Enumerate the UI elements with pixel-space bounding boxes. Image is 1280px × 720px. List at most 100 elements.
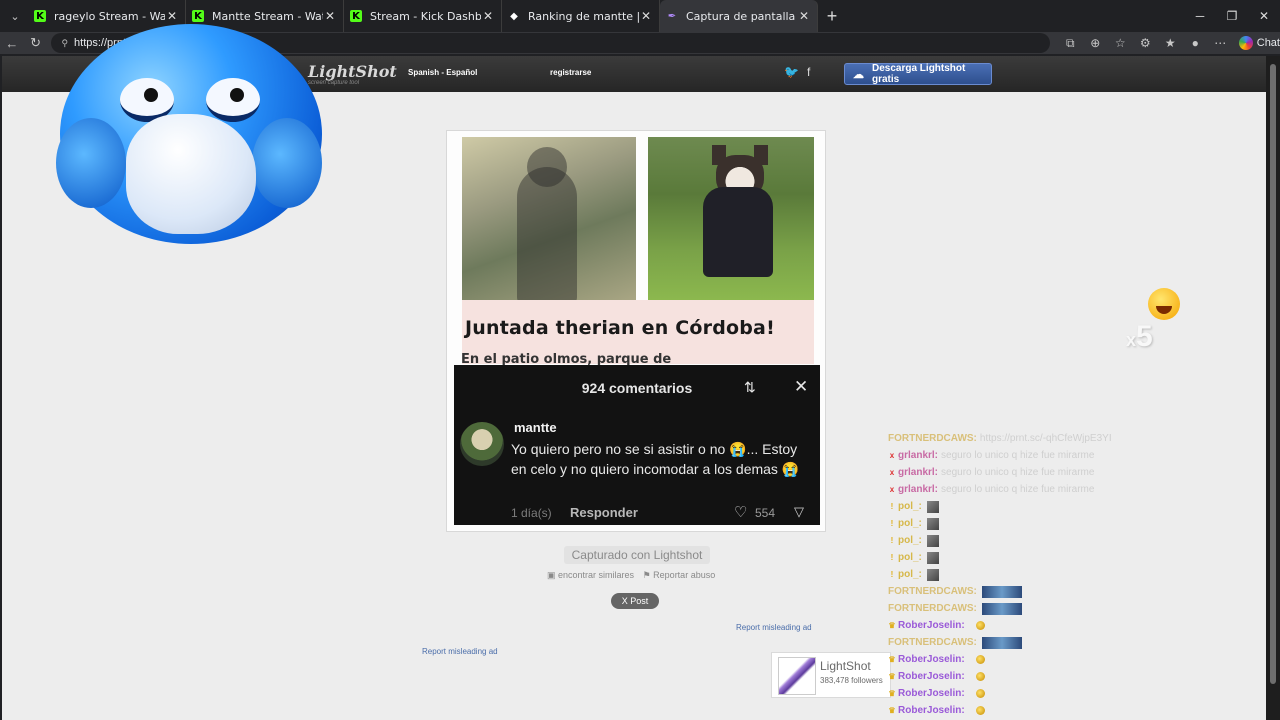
shadow-body bbox=[517, 167, 577, 300]
chat-username[interactable]: RoberJoselin: bbox=[898, 688, 965, 699]
chat-username[interactable]: pol_: bbox=[898, 569, 922, 580]
chat-username[interactable]: FORTNERDCAWS: bbox=[888, 603, 977, 614]
avatar[interactable] bbox=[460, 422, 504, 466]
zoom-icon[interactable]: ⊕ bbox=[1083, 36, 1108, 50]
chat-message: ♛ RoberJoselin: bbox=[888, 617, 1128, 634]
maximize-icon[interactable]: ❐ bbox=[1216, 9, 1248, 23]
emoji-hand bbox=[126, 114, 256, 234]
chat-badge-icon: ! bbox=[890, 570, 894, 579]
dislike-icon[interactable]: ▽ bbox=[794, 504, 804, 520]
emote-multiplier: x5 bbox=[1126, 320, 1153, 354]
chat-emote-icon bbox=[981, 602, 1022, 615]
chat-username[interactable]: grlankrl: bbox=[898, 450, 938, 461]
chat-badge-icon: ♛ bbox=[888, 672, 896, 681]
tab-close-icon[interactable]: ✕ bbox=[639, 9, 653, 23]
reply-button[interactable]: Responder bbox=[570, 505, 638, 520]
language-selector[interactable]: Spanish - Español bbox=[408, 68, 477, 77]
tab-label: Stream - Kick Dashboard bbox=[370, 9, 481, 23]
chat-username[interactable]: FORTNERDCAWS: bbox=[888, 637, 977, 648]
chat-message: FORTNERDCAWS: bbox=[888, 634, 1128, 651]
screenshot-card[interactable]: Juntada therian en Córdoba! En el patio … bbox=[446, 130, 826, 532]
like-count: 554 bbox=[755, 506, 776, 520]
chat-message: ♛ RoberJoselin: bbox=[888, 668, 1128, 685]
chat-username[interactable]: RoberJoselin: bbox=[898, 620, 965, 631]
facebook-icon[interactable]: f bbox=[807, 65, 810, 79]
post-headline: Juntada therian en Córdoba! bbox=[465, 317, 775, 339]
chat-badge-icon: x bbox=[889, 451, 895, 460]
register-link[interactable]: registrarse bbox=[550, 68, 591, 77]
chat-message: FORTNERDCAWS: https://prnt.sc/-qhCfeWjpE3… bbox=[888, 430, 1128, 447]
minimize-icon[interactable]: ─ bbox=[1184, 9, 1216, 23]
profile-avatar-icon[interactable]: ● bbox=[1183, 36, 1208, 50]
chat-username[interactable]: pol_: bbox=[898, 501, 922, 512]
chat-message: ♛ RoberJoselin: bbox=[888, 685, 1128, 702]
person-figure bbox=[703, 187, 773, 277]
tab-search-icon[interactable]: ⌄ bbox=[2, 3, 28, 29]
chat-username[interactable]: pol_: bbox=[898, 552, 922, 563]
favorites-icon[interactable]: ★ bbox=[1158, 36, 1183, 50]
captured-with-lightshot[interactable]: Capturado con Lightshot bbox=[564, 546, 710, 564]
chat-badge-icon: ♛ bbox=[888, 621, 896, 630]
tab-label: Captura de pantalla por Lightshot bbox=[686, 9, 797, 23]
new-tab-icon[interactable]: + bbox=[818, 6, 846, 27]
x-post-button[interactable]: X Post bbox=[611, 593, 659, 609]
chat-username[interactable]: grlankrl: bbox=[898, 484, 938, 495]
reload-icon[interactable]: ↻ bbox=[24, 35, 48, 51]
chat-username[interactable]: pol_: bbox=[898, 518, 922, 529]
report-misleading-ad-link[interactable]: Report misleading ad bbox=[736, 623, 812, 632]
scrollbar-thumb[interactable] bbox=[1270, 64, 1276, 684]
chat-emote-icon bbox=[975, 706, 985, 715]
multiplier-x: x bbox=[1126, 330, 1137, 350]
chat-message: x grlankrl: seguro lo unico q hize fue mir… bbox=[888, 464, 1128, 481]
chat-username[interactable]: RoberJoselin: bbox=[898, 671, 965, 682]
chat-username[interactable]: FORTNERDCAWS: bbox=[888, 586, 977, 597]
heart-icon[interactable]: ♡ bbox=[734, 503, 747, 521]
more-menu-icon[interactable]: ⋯ bbox=[1208, 36, 1233, 50]
lightshot-follow-box[interactable]: LightShot 383,478 followers bbox=[771, 652, 891, 698]
chat-text: seguro lo unico q hize fue mirarme bbox=[941, 467, 1095, 478]
report-misleading-ad-link-2[interactable]: Report misleading ad bbox=[422, 647, 498, 656]
tab-close-icon[interactable]: ✕ bbox=[797, 9, 811, 23]
close-window-icon[interactable]: ✕ bbox=[1248, 9, 1280, 23]
comment-username[interactable]: mantte bbox=[514, 420, 557, 435]
twitter-icon[interactable]: 🐦 bbox=[784, 65, 799, 79]
shadow-photo bbox=[462, 137, 636, 300]
chat-badge-icon: ! bbox=[890, 502, 894, 511]
lightshot-box-name: LightShot bbox=[820, 659, 871, 673]
browser-tab[interactable]: ◆ Ranking de mantte | El mejor softw✕ bbox=[502, 0, 660, 32]
extensions-icon[interactable]: ⚙ bbox=[1133, 36, 1158, 50]
chat-message: x grlankrl: seguro lo unico q hize fue mir… bbox=[888, 481, 1128, 498]
chat-badge-icon: ! bbox=[890, 519, 894, 528]
copilot-chat-button[interactable]: Chat bbox=[1238, 36, 1280, 50]
chat-message: ! pol_: bbox=[888, 532, 1128, 549]
browser-tab[interactable]: ✒ Captura de pantalla por Lightshot✕ bbox=[660, 0, 818, 32]
app-install-icon[interactable]: ⧉ bbox=[1058, 36, 1083, 51]
bookmark-star-icon[interactable]: ☆ bbox=[1108, 36, 1133, 50]
report-abuse-link[interactable]: Reportar abuso bbox=[653, 570, 715, 580]
tab-close-icon[interactable]: ✕ bbox=[323, 9, 337, 23]
sort-icon[interactable]: ⇅ bbox=[744, 379, 756, 396]
stream-chat-overlay: FORTNERDCAWS: https://prnt.sc/-qhCfeWjpE3… bbox=[888, 430, 1128, 719]
tab-close-icon[interactable]: ✕ bbox=[481, 9, 495, 23]
chat-emote-icon bbox=[926, 517, 939, 530]
download-label: Descarga Lightshot gratis bbox=[872, 63, 966, 85]
chat-username[interactable]: pol_: bbox=[898, 535, 922, 546]
chat-username[interactable]: grlankrl: bbox=[898, 467, 938, 478]
page-scrollbar[interactable] bbox=[1266, 56, 1280, 720]
laughing-cover-mouth-emoji bbox=[56, 18, 322, 244]
comment-text: Yo quiero pero no se si asistir o no 😭..… bbox=[511, 441, 800, 477]
close-icon[interactable]: ✕ bbox=[794, 377, 808, 397]
browser-tab[interactable]: K Stream - Kick Dashboard✕ bbox=[344, 0, 502, 32]
chat-text: seguro lo unico q hize fue mirarme bbox=[941, 450, 1095, 461]
chat-username[interactable]: RoberJoselin: bbox=[898, 705, 965, 716]
chat-username[interactable]: RoberJoselin: bbox=[898, 654, 965, 665]
social-links: 🐦 f bbox=[784, 65, 818, 79]
chat-username[interactable]: FORTNERDCAWS: bbox=[888, 433, 977, 444]
find-similar-link[interactable]: encontrar similares bbox=[558, 570, 634, 580]
multiplier-count: 5 bbox=[1136, 320, 1153, 353]
chat-emote-icon bbox=[926, 500, 939, 513]
chat-emote-icon bbox=[975, 621, 985, 630]
therian-mask-photo bbox=[648, 137, 814, 300]
download-lightshot-button[interactable]: ☁ Descarga Lightshot gratis bbox=[844, 63, 992, 85]
back-icon[interactable]: ← bbox=[0, 36, 24, 51]
